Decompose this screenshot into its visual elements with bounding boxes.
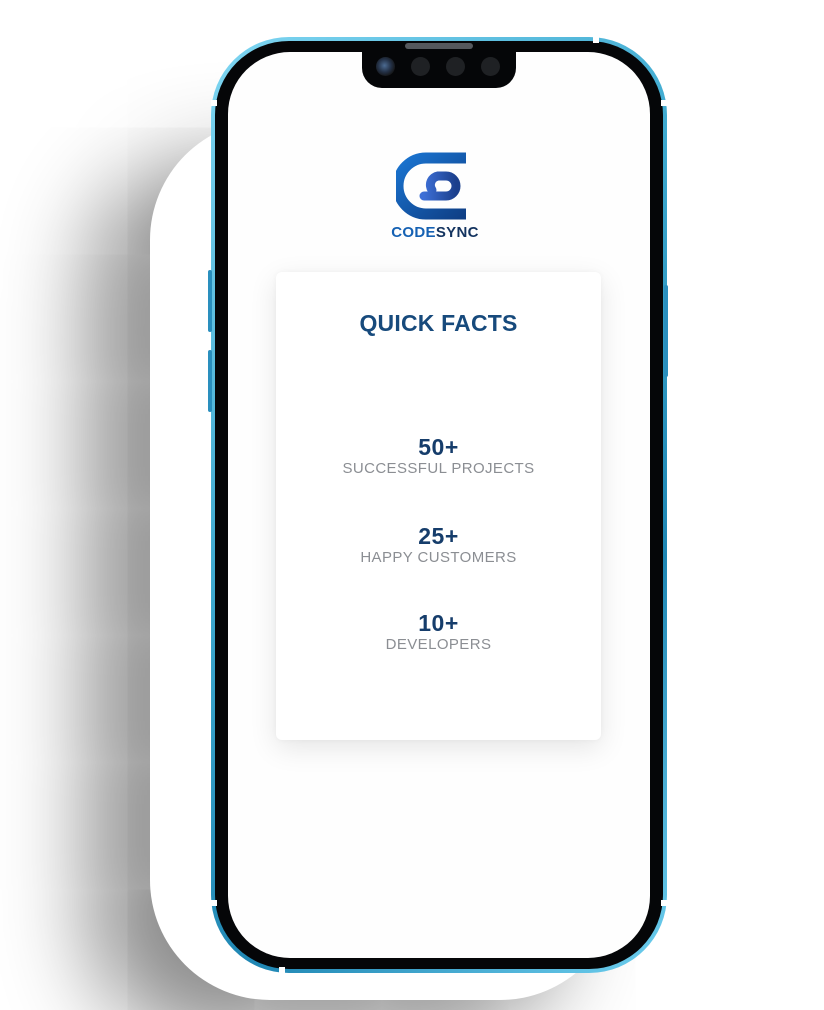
brand-logo[interactable]: CODESYNC (380, 150, 490, 245)
sensor-icon (411, 57, 430, 76)
fact-item: 10+ DEVELOPERS (276, 610, 601, 654)
front-camera-icon (376, 57, 395, 76)
brand-name-part2: SYNC (435, 224, 479, 241)
frame-mark (279, 967, 285, 973)
frame-mark (211, 100, 217, 106)
frame-mark (661, 900, 667, 906)
fact-item: 25+ HAPPY CUSTOMERS (276, 523, 601, 567)
sensor-icon (481, 57, 500, 76)
stage: CODESYNC QUICK FACTS 50+ SUCCESSFUL PROJ… (0, 0, 824, 1010)
quick-facts-card: QUICK FACTS 50+ SUCCESSFUL PROJECTS 25+ … (276, 272, 601, 740)
fact-value: 25+ (418, 523, 459, 549)
brand-name: CODESYNC (380, 224, 490, 241)
fact-label: HAPPY CUSTOMERS (360, 549, 517, 566)
frame-mark (211, 900, 217, 906)
card-title: QUICK FACTS (359, 310, 518, 336)
codesync-logo-icon (396, 152, 466, 220)
fact-label: SUCCESSFUL PROJECTS (342, 460, 535, 477)
fact-item: 50+ SUCCESSFUL PROJECTS (276, 434, 601, 478)
sensor-icon (446, 57, 465, 76)
brand-name-part1: CODE (391, 224, 436, 241)
speaker-grille (405, 43, 473, 49)
fact-label: DEVELOPERS (385, 636, 492, 653)
frame-mark (661, 100, 667, 106)
power-button (664, 285, 668, 377)
silent-switch (208, 270, 212, 332)
volume-button (208, 350, 212, 412)
fact-value: 50+ (418, 434, 459, 460)
frame-mark (593, 37, 599, 43)
fact-value: 10+ (418, 610, 459, 636)
